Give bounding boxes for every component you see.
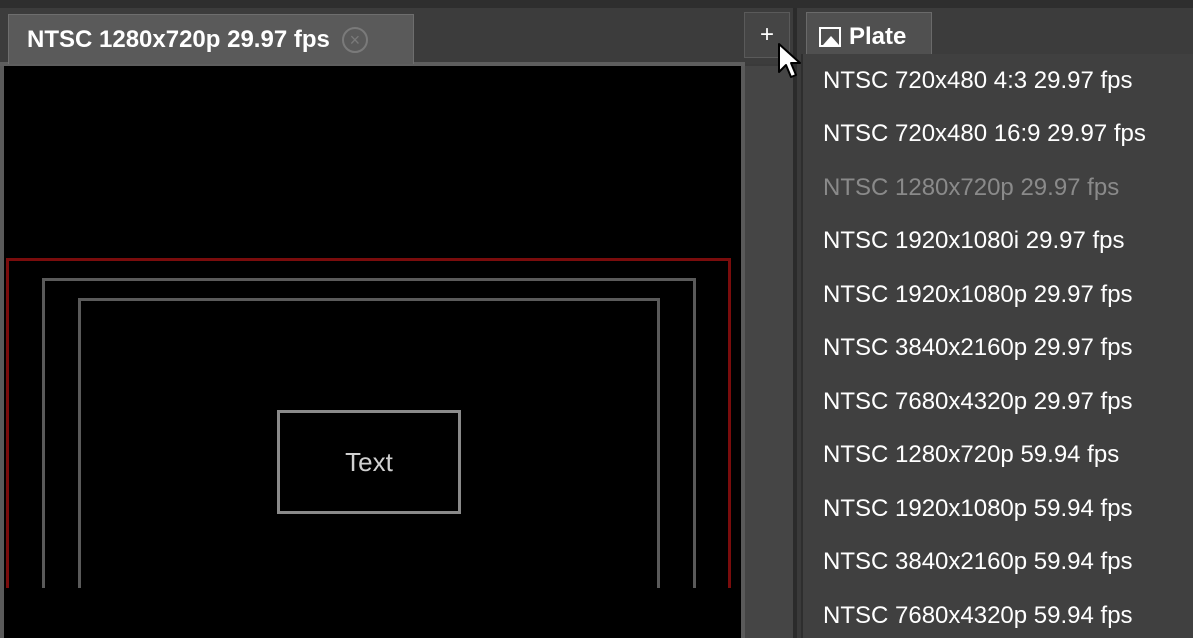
format-dropdown-menu: NTSC 720x480 4:3 29.97 fps NTSC 720x480 1…: [801, 54, 1193, 638]
menu-item[interactable]: NTSC 1280x720p 59.94 fps: [803, 429, 1193, 483]
close-tab-icon[interactable]: ×: [341, 26, 368, 53]
text-layer-label: Text: [345, 446, 393, 477]
mouse-pointer-icon: [778, 43, 801, 78]
text-layer-box[interactable]: Text: [277, 410, 461, 514]
menu-item[interactable]: NTSC 7680x4320p 59.94 fps: [803, 589, 1193, 638]
menu-item[interactable]: NTSC 720x480 4:3 29.97 fps: [803, 54, 1193, 108]
menu-item[interactable]: NTSC 3840x2160p 59.94 fps: [803, 536, 1193, 590]
menu-item[interactable]: NTSC 1920x1080p 29.97 fps: [803, 268, 1193, 322]
tab-ntsc-1280x720p[interactable]: NTSC 1280x720p 29.97 fps ×: [8, 14, 414, 64]
tab-strip-gutter: [745, 66, 793, 638]
menu-item[interactable]: NTSC 720x480 16:9 29.97 fps: [803, 108, 1193, 162]
menu-item[interactable]: NTSC 7680x4320p 29.97 fps: [803, 375, 1193, 429]
menu-item[interactable]: NTSC 1920x1080p 59.94 fps: [803, 482, 1193, 536]
image-icon: [819, 27, 841, 47]
tab-plate-label: Plate: [849, 23, 907, 50]
menu-item: NTSC 1280x720p 29.97 fps: [823, 173, 1120, 201]
panel-divider[interactable]: [793, 8, 797, 638]
menu-item[interactable]: NTSC 3840x2160p 29.97 fps: [803, 322, 1193, 376]
menu-item[interactable]: NTSC 1920x1080i 29.97 fps: [803, 215, 1193, 269]
tab-label: NTSC 1280x720p 29.97 fps: [27, 25, 330, 53]
